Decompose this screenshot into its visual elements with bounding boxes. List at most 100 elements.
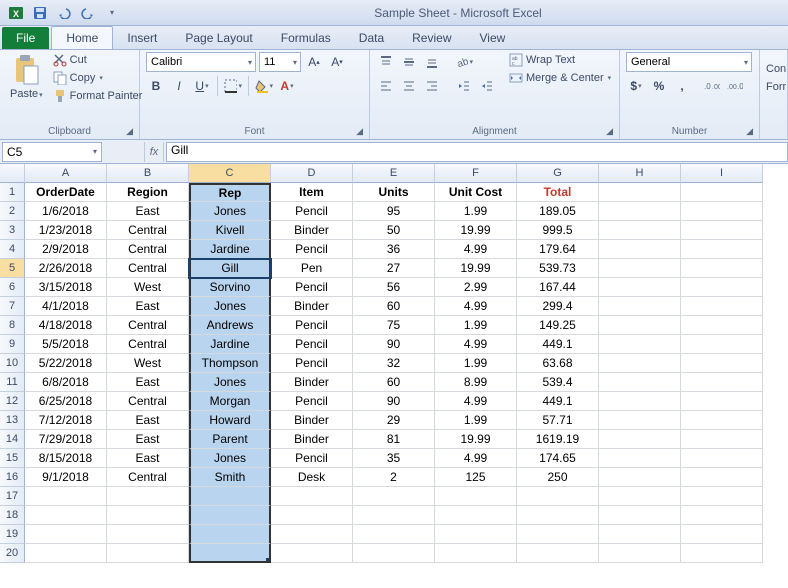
cell[interactable]: 90: [353, 335, 435, 354]
cell[interactable]: East: [107, 297, 189, 316]
cell[interactable]: [599, 487, 681, 506]
cell[interactable]: [25, 544, 107, 563]
col-header-H[interactable]: H: [599, 164, 681, 183]
cell[interactable]: [189, 487, 271, 506]
cell[interactable]: Binder: [271, 411, 353, 430]
cell[interactable]: [599, 278, 681, 297]
cell[interactable]: 174.65: [517, 449, 599, 468]
cell[interactable]: [681, 392, 763, 411]
cell[interactable]: Pencil: [271, 449, 353, 468]
cell[interactable]: [681, 411, 763, 430]
cell[interactable]: 29: [353, 411, 435, 430]
cell[interactable]: [599, 525, 681, 544]
cell[interactable]: Jones: [189, 373, 271, 392]
cell[interactable]: [599, 468, 681, 487]
row-header[interactable]: 15: [0, 449, 25, 468]
cell[interactable]: 57.71: [517, 411, 599, 430]
cell[interactable]: 1/6/2018: [25, 202, 107, 221]
cell[interactable]: Central: [107, 392, 189, 411]
cell[interactable]: Binder: [271, 221, 353, 240]
cell[interactable]: Pencil: [271, 316, 353, 335]
cell[interactable]: [599, 297, 681, 316]
cell[interactable]: Central: [107, 468, 189, 487]
cell[interactable]: 149.25: [517, 316, 599, 335]
cell[interactable]: Jones: [189, 297, 271, 316]
decrease-indent-icon[interactable]: [454, 76, 474, 96]
cell[interactable]: Units: [353, 183, 435, 202]
wrap-text-button[interactable]: abcWrap Text: [507, 52, 613, 68]
cell[interactable]: Central: [107, 240, 189, 259]
cell[interactable]: [189, 544, 271, 563]
tab-file[interactable]: File: [2, 27, 49, 49]
select-all-corner[interactable]: [0, 164, 25, 183]
cell[interactable]: [107, 487, 189, 506]
cell[interactable]: 75: [353, 316, 435, 335]
increase-decimal-icon[interactable]: .0.00: [702, 76, 722, 96]
col-header-B[interactable]: B: [107, 164, 189, 183]
cell[interactable]: 6/8/2018: [25, 373, 107, 392]
increase-indent-icon[interactable]: [477, 76, 497, 96]
cell[interactable]: 2/9/2018: [25, 240, 107, 259]
cell[interactable]: [681, 202, 763, 221]
row-header[interactable]: 20: [0, 544, 25, 563]
cell[interactable]: [25, 487, 107, 506]
cell[interactable]: [517, 525, 599, 544]
cell[interactable]: [681, 259, 763, 278]
cell[interactable]: [435, 487, 517, 506]
cell[interactable]: 50: [353, 221, 435, 240]
cell[interactable]: East: [107, 202, 189, 221]
cell[interactable]: Binder: [271, 297, 353, 316]
cell[interactable]: [599, 354, 681, 373]
row-header[interactable]: 19: [0, 525, 25, 544]
cell[interactable]: 299.4: [517, 297, 599, 316]
dialog-launcher-icon[interactable]: ◢: [356, 126, 363, 137]
cell[interactable]: 1619.19: [517, 430, 599, 449]
cell[interactable]: 4.99: [435, 449, 517, 468]
qat-dropdown-icon[interactable]: ▾: [102, 3, 122, 23]
cell[interactable]: [681, 240, 763, 259]
cell[interactable]: [681, 183, 763, 202]
col-header-F[interactable]: F: [435, 164, 517, 183]
cell[interactable]: Jardine: [189, 240, 271, 259]
cell[interactable]: Parent: [189, 430, 271, 449]
redo-icon[interactable]: [78, 3, 98, 23]
excel-icon[interactable]: X: [6, 3, 26, 23]
cell[interactable]: [353, 544, 435, 563]
cell[interactable]: [681, 373, 763, 392]
row-header[interactable]: 13: [0, 411, 25, 430]
cell[interactable]: 4/1/2018: [25, 297, 107, 316]
cell[interactable]: [271, 487, 353, 506]
row-header[interactable]: 12: [0, 392, 25, 411]
cell[interactable]: [353, 525, 435, 544]
cell[interactable]: 35: [353, 449, 435, 468]
row-header[interactable]: 14: [0, 430, 25, 449]
cell[interactable]: East: [107, 411, 189, 430]
col-header-D[interactable]: D: [271, 164, 353, 183]
tab-data[interactable]: Data: [345, 27, 398, 49]
cell[interactable]: Pencil: [271, 202, 353, 221]
row-header[interactable]: 17: [0, 487, 25, 506]
row-header[interactable]: 3: [0, 221, 25, 240]
cell[interactable]: [599, 240, 681, 259]
percent-format-button[interactable]: %: [649, 76, 669, 96]
row-header[interactable]: 11: [0, 373, 25, 392]
paste-button[interactable]: Paste: [6, 52, 47, 102]
cell[interactable]: [517, 487, 599, 506]
cell[interactable]: [599, 411, 681, 430]
cell[interactable]: Pencil: [271, 240, 353, 259]
accounting-format-button[interactable]: $: [626, 76, 646, 96]
col-header-E[interactable]: E: [353, 164, 435, 183]
align-bottom-icon[interactable]: [422, 52, 442, 72]
row-header[interactable]: 7: [0, 297, 25, 316]
cell[interactable]: [189, 525, 271, 544]
cell[interactable]: [271, 506, 353, 525]
cell[interactable]: 90: [353, 392, 435, 411]
cell[interactable]: [25, 525, 107, 544]
cell[interactable]: [599, 183, 681, 202]
cell[interactable]: Unit Cost: [435, 183, 517, 202]
fx-icon[interactable]: fx: [144, 142, 164, 162]
cell[interactable]: 4.99: [435, 240, 517, 259]
cell[interactable]: 19.99: [435, 259, 517, 278]
cell[interactable]: 250: [517, 468, 599, 487]
cell[interactable]: 4.99: [435, 335, 517, 354]
